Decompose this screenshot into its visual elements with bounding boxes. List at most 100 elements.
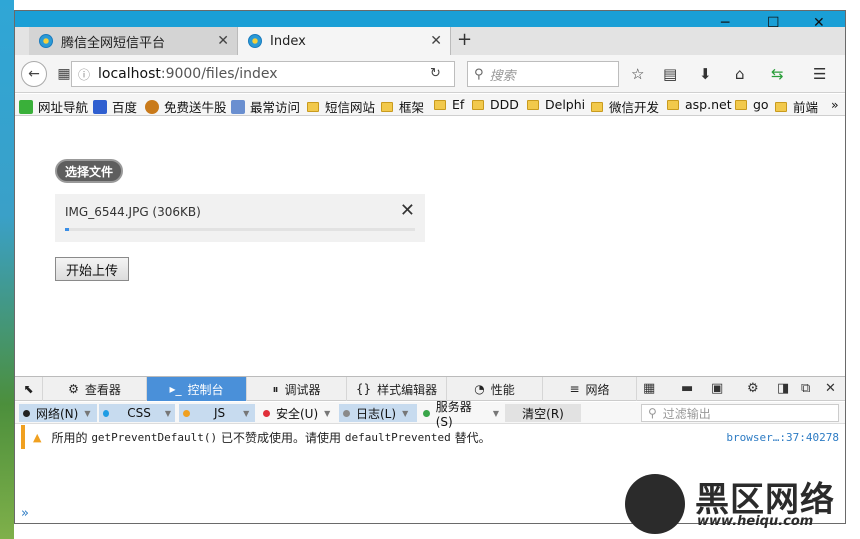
bookmark-folder[interactable]: DDD [472,97,519,112]
filter-logging[interactable]: 日志(L) ▼ [339,404,417,422]
file-queue-item: IMG_6544.JPG (306KB) ✕ [55,194,425,242]
maximize-icon[interactable]: ☐ [767,15,780,31]
bookmark-item[interactable]: 最常访问 [231,97,300,116]
dropdown-caret-icon[interactable]: ▼ [165,409,171,418]
start-upload-button[interactable]: 开始上传 [55,257,130,281]
title-bar: 腾信全网短信平台 ✕ Index ✕ + ─ ☐ ✕ [15,11,845,55]
bookmark-folder[interactable]: 框架 [381,97,424,116]
filter-js[interactable]: JS ▼ [179,404,255,422]
dropdown-caret-icon[interactable]: ▼ [402,409,408,418]
tab-console[interactable]: ▸_ 控制台 [147,377,247,401]
dropdown-caret-icon[interactable]: ▼ [493,409,499,418]
url-path: :9000/files/index [160,66,278,82]
message-source-link[interactable]: browser…:37:40278 [726,431,839,444]
remove-file-icon[interactable]: ✕ [400,200,415,221]
menu-icon[interactable]: ☰ [813,65,826,83]
tab-label: 查看器 [84,382,121,397]
minimize-icon[interactable]: ─ [721,15,729,31]
bookmark-label: 微信开发 [609,100,660,115]
responsive-icon[interactable]: ▣ [711,381,723,396]
filter-css[interactable]: CSS ▼ [99,404,175,422]
split-console-icon[interactable]: ▬ [681,381,693,396]
tab-style-editor[interactable]: {} 样式编辑器 [347,377,447,401]
bookmark-item[interactable]: 网址导航 [19,97,88,116]
folder-icon [472,99,484,110]
console-warning-row[interactable]: ▲ 所用的 getPreventDefault() 已不赞成使用。请使用 def… [21,425,845,449]
bookmark-label: 百度 [112,100,138,115]
close-icon[interactable]: ✕ [217,33,229,49]
bookmark-folder[interactable]: 前端 [775,97,818,116]
window-close-icon[interactable]: ✕ [813,15,825,31]
clear-console-button[interactable]: 清空(R) [505,404,581,422]
info-icon[interactable]: ⓘ [78,66,90,83]
bookmark-folder[interactable]: Ef [434,97,464,112]
layout-icon[interactable]: ▦ [643,381,655,396]
filter-label: JS [214,406,226,420]
element-picker-icon[interactable]: ⬉ [15,377,43,401]
tab-label: 控制台 [187,382,224,397]
bookmark-folder[interactable]: Delphi [527,97,585,112]
dropdown-caret-icon[interactable]: ▼ [243,409,249,418]
tab-title: Index [270,33,306,49]
undock-icon[interactable]: ⧉ [801,381,810,396]
tab-index[interactable]: Index ✕ [237,27,451,55]
site-favicon-icon [248,34,262,48]
console-prompt-icon[interactable]: » [21,506,29,521]
filter-output-input[interactable]: ⚲ 过滤输出 [641,404,839,422]
bookmark-item[interactable]: 免费送牛股 [145,97,227,116]
filter-dot-icon [343,409,350,417]
reload-icon[interactable]: ↻ [430,66,441,81]
bookmark-label: 前端 [793,100,819,115]
download-icon[interactable]: ⬇ [699,65,712,83]
tab-debugger[interactable]: ⏸ 调试器 [247,377,347,401]
bookmark-label: go [753,97,769,112]
choose-file-button[interactable]: 选择文件 [55,159,124,183]
performance-icon: ◔ [474,382,485,396]
sync-arrows-icon[interactable]: ⇆ [771,65,784,83]
close-devtools-icon[interactable]: ✕ [825,381,836,396]
tab-title: 腾信全网短信平台 [61,35,166,51]
new-tab-icon[interactable]: + [457,29,472,50]
search-input[interactable]: ⚲ 搜索 [467,61,619,87]
filter-security[interactable]: 安全(U) ▼ [259,404,337,422]
bookmark-label: asp.net [685,97,732,112]
desktop-background [0,0,14,539]
progress-fill [65,228,69,231]
console-filter-bar: 网络(N) ▼ CSS ▼ JS ▼ 安全(U) ▼ 日志(L) ▼ 服务器(S) ▼ 清空… [15,400,845,429]
home-icon[interactable]: ⌂ [735,65,745,83]
file-name: IMG_6544.JPG (306KB) [65,205,201,219]
filter-label: CSS [127,406,151,420]
dropdown-caret-icon[interactable]: ▼ [84,409,90,418]
bookmarks-overflow-icon[interactable]: » [831,97,839,112]
dock-side-icon[interactable]: ◨ [777,381,789,396]
filter-dot-icon [423,409,430,417]
filter-net[interactable]: 网络(N) ▼ [19,404,97,422]
upload-progress-bar [65,228,415,231]
debugger-icon: ⏸ [272,381,279,396]
back-arrow-icon[interactable]: ← [21,61,47,87]
tab-inspector[interactable]: ⚙ 查看器 [43,377,147,401]
folder-icon [667,99,679,110]
search-placeholder: 搜索 [489,68,516,84]
devtools-toolbar: ⬉ ⚙ 查看器 ▸_ 控制台 ⏸ 调试器 {} 样式编辑器 ◔ 性能 ≡ 网络 ▦ ▬ ▣ … [15,377,845,401]
bookmark-folder[interactable]: 微信开发 [591,97,659,116]
braces-icon: {} [355,382,372,396]
bookmark-star-icon[interactable]: ☆ [631,65,644,83]
navigation-bar: ← ▦ ⓘ localhost:9000/files/index ↻ ⚲ 搜索 … [15,55,845,93]
address-bar[interactable]: ⓘ localhost:9000/files/index [71,61,455,87]
reading-list-icon[interactable]: ▤ [663,65,677,83]
folder-icon [591,101,603,112]
bookmark-folder[interactable]: asp.net [667,97,732,112]
filter-dot-icon [23,409,30,417]
filter-server[interactable]: 服务器(S) ▼ [419,400,503,429]
search-icon: ⚲ [474,66,484,82]
bookmark-item[interactable]: 百度 [93,97,137,116]
tab-sms-platform[interactable]: 腾信全网短信平台 ✕ [29,27,237,55]
bookmark-folder[interactable]: go [735,97,769,112]
dropdown-caret-icon[interactable]: ▼ [324,409,330,418]
close-icon[interactable]: ✕ [430,33,442,49]
bookmark-folder[interactable]: 短信网站 [307,97,375,116]
settings-gear-icon[interactable]: ⚙ [747,381,759,396]
folder-icon [307,101,319,112]
tab-network[interactable]: ≡ 网络 [543,377,637,401]
